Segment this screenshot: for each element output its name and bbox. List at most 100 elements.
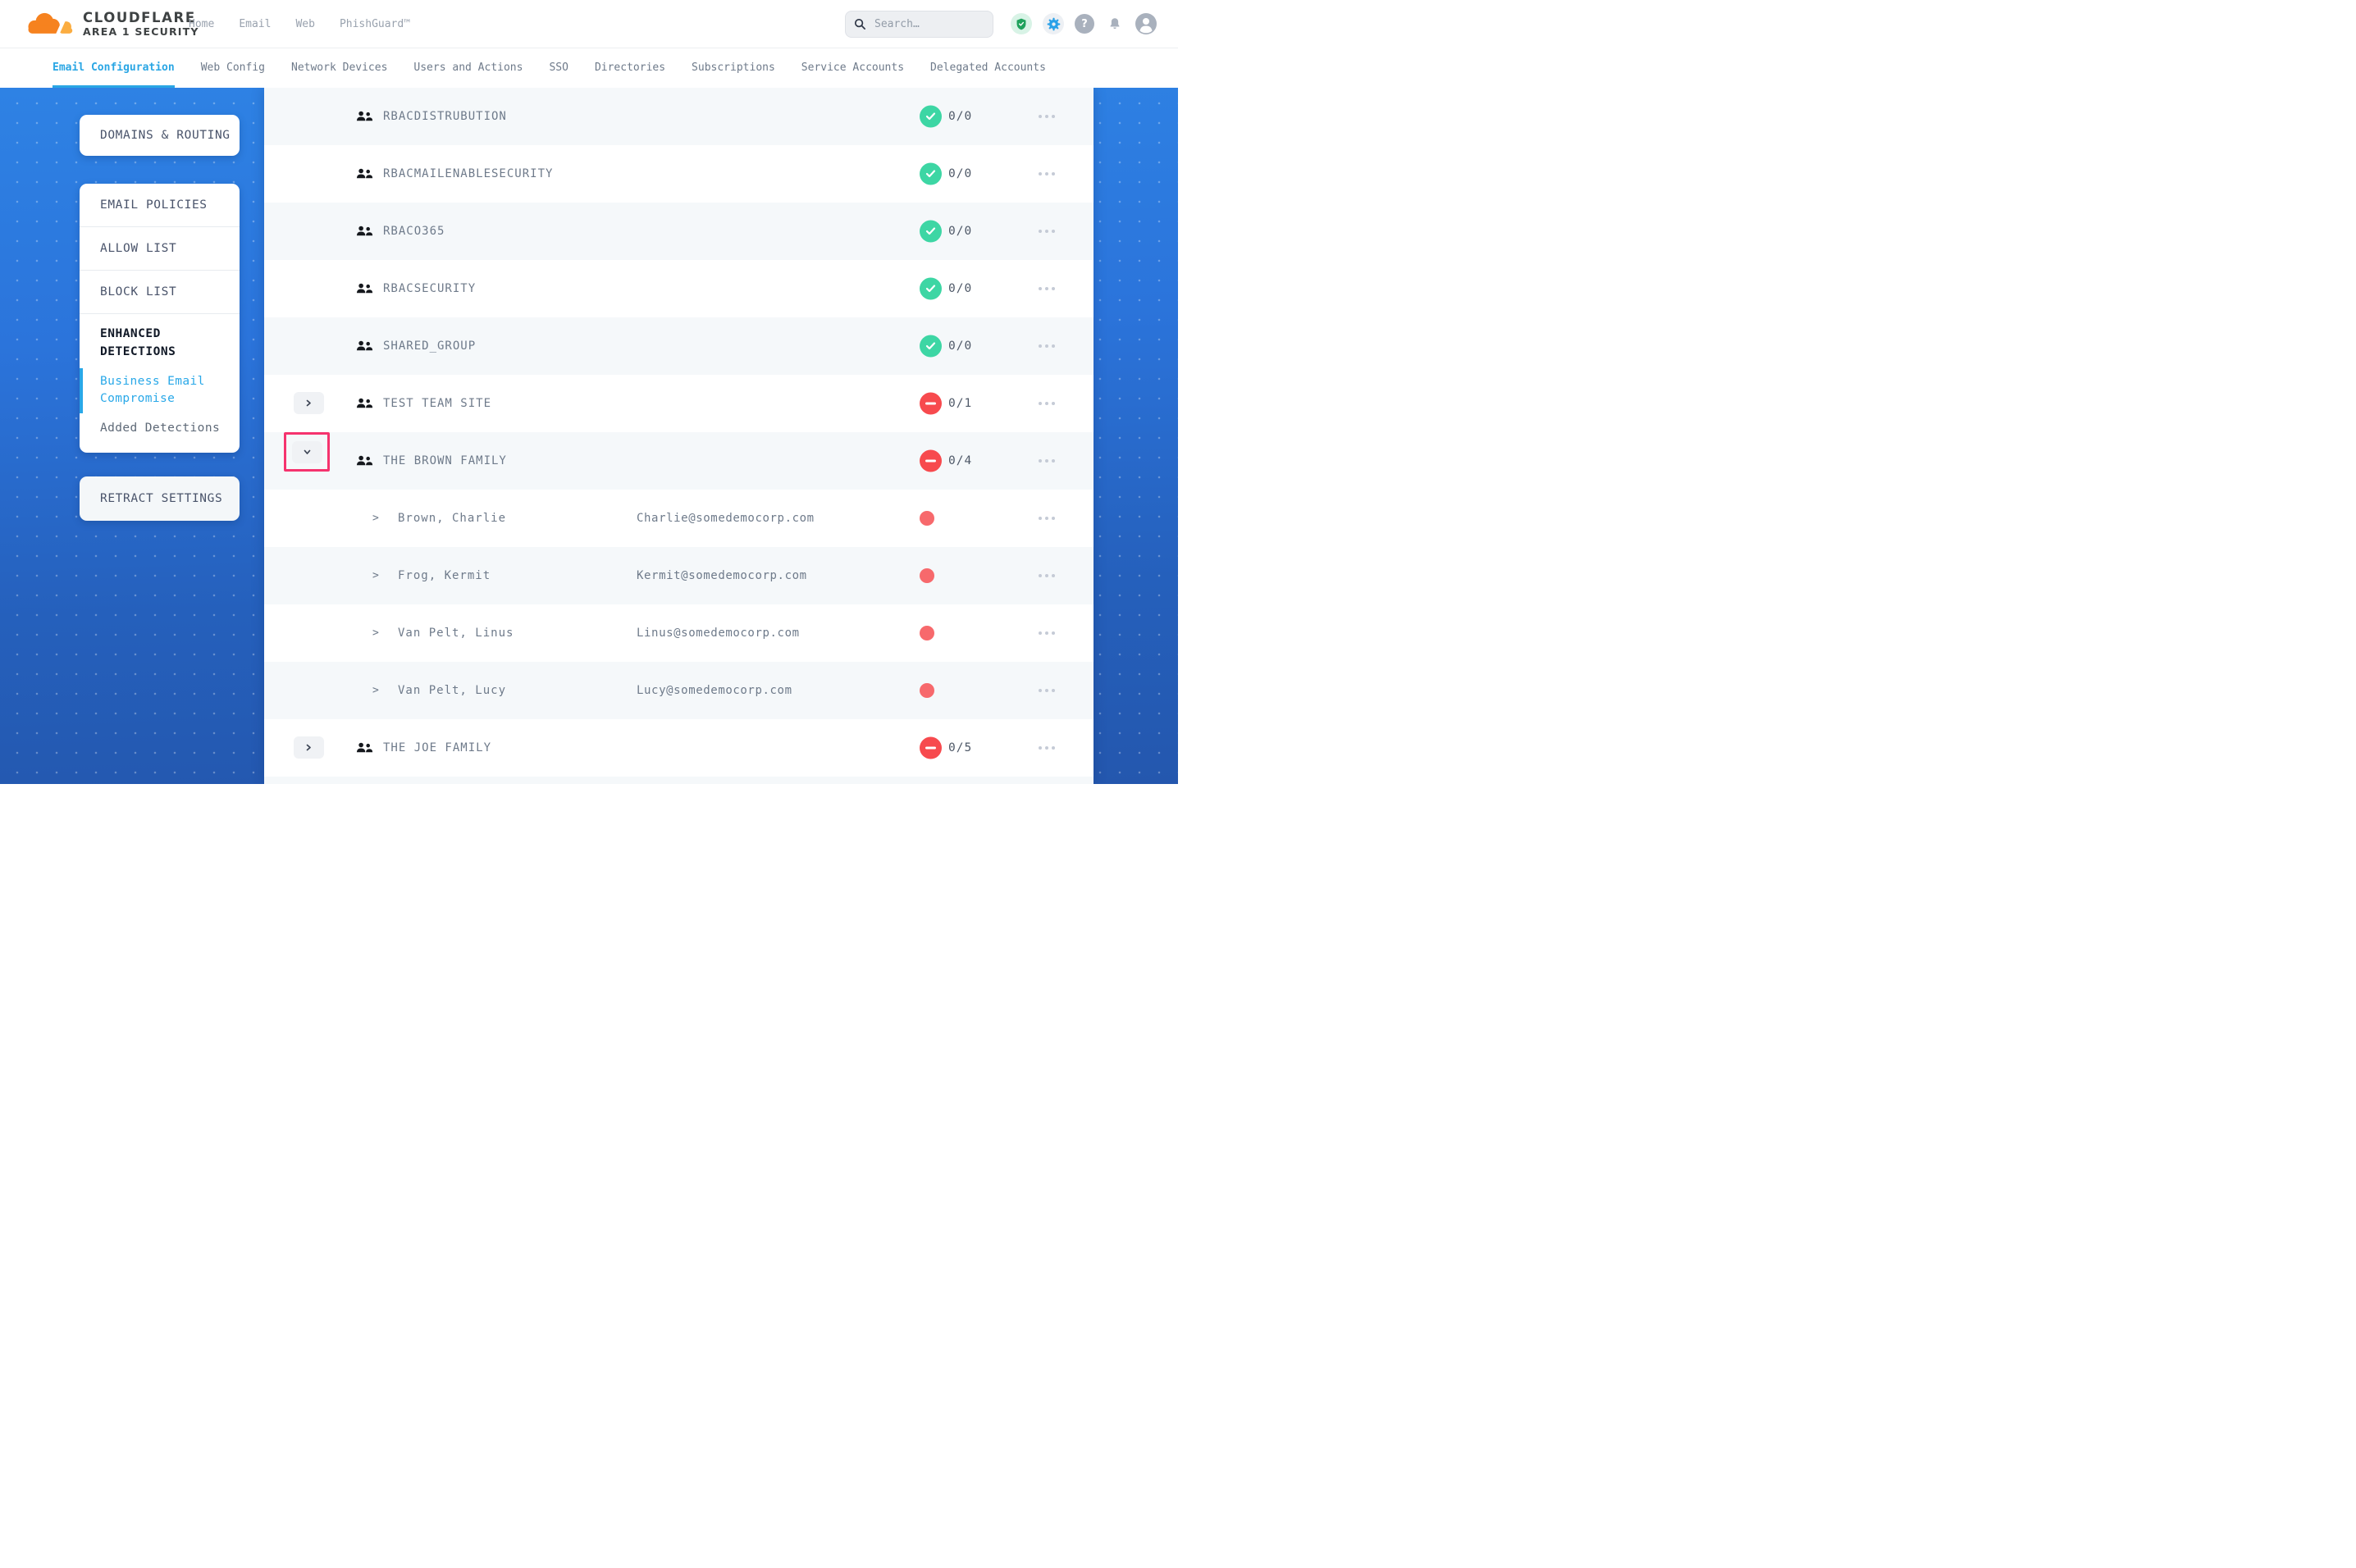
sidebar-item-label: EMAIL POLICIES xyxy=(100,198,208,212)
member-count: 0/1 xyxy=(948,397,972,410)
nav-item-phishguard[interactable]: PhishGuard™ xyxy=(340,18,410,30)
collapse-group-button[interactable] xyxy=(292,441,322,463)
status-dot xyxy=(920,511,934,526)
sidebar-item-label: DOMAINS & ROUTING xyxy=(100,129,231,142)
table-row[interactable]: SHARED_GROUP 0/0 xyxy=(264,317,1094,375)
table-row-partial xyxy=(264,777,1094,784)
status-dot xyxy=(920,683,934,698)
status-check-badge xyxy=(920,278,942,300)
nav-item-home[interactable]: Home xyxy=(189,18,214,30)
status-dot xyxy=(920,626,934,640)
expand-group-button[interactable] xyxy=(294,736,324,759)
sidebar-item-business-email-compromise[interactable]: Business Email Compromise xyxy=(80,370,240,413)
member-count: 0/4 xyxy=(948,454,972,467)
sidebar-item-allow-list[interactable]: ALLOW LIST xyxy=(80,227,240,271)
nav-item-web[interactable]: Web xyxy=(295,18,314,30)
tab-sso[interactable]: SSO xyxy=(549,48,568,88)
member-count: 0/0 xyxy=(948,225,972,238)
expand-group-button[interactable] xyxy=(294,392,324,414)
sidebar-item-block-list[interactable]: BLOCK LIST xyxy=(80,271,240,314)
tab-service-accounts[interactable]: Service Accounts xyxy=(801,48,904,88)
sidebar-section-enhanced-detections: ENHANCED DETECTIONS xyxy=(80,314,240,362)
config-tabbar: Email Configuration Web Config Network D… xyxy=(0,48,1178,88)
help-icon[interactable]: ? xyxy=(1075,14,1094,34)
group-icon xyxy=(356,340,373,352)
cloudflare-logo: CLOUDFLARE AREA 1 SECURITY xyxy=(25,9,199,39)
group-icon xyxy=(356,398,373,409)
sidebar-item-retract-settings[interactable]: RETRACT SETTINGS xyxy=(80,476,240,521)
brand-subtitle: AREA 1 SECURITY xyxy=(83,25,199,38)
status-dot xyxy=(920,568,934,583)
table-row[interactable]: RBACSECURITY0/0 xyxy=(264,260,1094,317)
content-area: DOMAINS & ROUTING EMAIL POLICIES ALLOW L… xyxy=(0,88,1178,784)
group-name: RBACMAILENABLESECURITY xyxy=(383,167,553,180)
tab-web-config[interactable]: Web Config xyxy=(201,48,265,88)
group-name: THE BROWN FAMILY xyxy=(383,454,507,467)
chevron-right-icon[interactable]: > xyxy=(372,685,379,697)
row-menu-button[interactable] xyxy=(1029,338,1065,354)
member-count: 0/0 xyxy=(948,167,972,180)
member-count: 0/0 xyxy=(948,282,972,295)
sidebar-item-label: ALLOW LIST xyxy=(100,242,176,255)
row-menu-button[interactable] xyxy=(1029,453,1065,469)
member-name: Van Pelt, Lucy xyxy=(398,684,506,697)
table-row[interactable]: TEST TEAM SITE 0/1 xyxy=(264,375,1094,432)
member-name: Van Pelt, Linus xyxy=(398,627,514,640)
member-email: Lucy@somedemocorp.com xyxy=(637,684,792,697)
table-row[interactable]: > Brown, Charlie Charlie@somedemocorp.com xyxy=(264,490,1094,547)
table-row[interactable]: >Van Pelt, LinusLinus@somedemocorp.com xyxy=(264,604,1094,662)
status-minus-badge xyxy=(920,450,942,472)
member-count: 0/5 xyxy=(948,741,972,754)
group-icon xyxy=(356,455,373,467)
table-row[interactable]: THE BROWN FAMILY 0/4 xyxy=(264,432,1094,490)
group-icon xyxy=(356,226,373,237)
member-count: 0/0 xyxy=(948,340,972,353)
table-body: RBACDISTRUBUTION0/0RBACMAILENABLESECURIT… xyxy=(264,88,1094,777)
row-menu-button[interactable] xyxy=(1029,682,1065,699)
chevron-right-icon[interactable]: > xyxy=(372,513,379,525)
table-row[interactable]: > Van Pelt, Lucy Lucy@somedemocorp.com xyxy=(264,662,1094,719)
group-name: RBACO365 xyxy=(383,225,445,238)
row-menu-button[interactable] xyxy=(1029,280,1065,297)
table-row[interactable]: >Frog, KermitKermit@somedemocorp.com xyxy=(264,547,1094,604)
shield-check-icon[interactable] xyxy=(1011,13,1032,34)
table-row[interactable]: RBACDISTRUBUTION0/0 xyxy=(264,88,1094,145)
member-name: Frog, Kermit xyxy=(398,569,491,582)
table-row[interactable]: RBACMAILENABLESECURITY 0/0 xyxy=(264,145,1094,203)
member-name: Brown, Charlie xyxy=(398,512,506,525)
tab-delegated-accounts[interactable]: Delegated Accounts xyxy=(930,48,1046,88)
group-name: TEST TEAM SITE xyxy=(383,397,491,410)
sidebar-item-label: RETRACT SETTINGS xyxy=(100,492,222,505)
row-menu-button[interactable] xyxy=(1029,740,1065,756)
sidebar-item-email-policies[interactable]: EMAIL POLICIES xyxy=(80,184,240,227)
table-row[interactable]: THE JOE FAMILY 0/5 xyxy=(264,719,1094,777)
tab-subscriptions[interactable]: Subscriptions xyxy=(692,48,775,88)
row-menu-button[interactable] xyxy=(1029,395,1065,412)
group-name: RBACDISTRUBUTION xyxy=(383,110,507,123)
row-menu-button[interactable] xyxy=(1029,510,1065,526)
group-name: SHARED_GROUP xyxy=(383,340,476,353)
tab-network-devices[interactable]: Network Devices xyxy=(291,48,387,88)
row-menu-button[interactable] xyxy=(1029,625,1065,641)
row-menu-button[interactable] xyxy=(1029,567,1065,584)
user-icon[interactable] xyxy=(1135,13,1157,34)
nav-item-email[interactable]: Email xyxy=(239,18,271,30)
member-email: Charlie@somedemocorp.com xyxy=(637,512,815,525)
sidebar-item-domains-routing[interactable]: DOMAINS & ROUTING xyxy=(80,115,240,156)
row-menu-button[interactable] xyxy=(1029,108,1065,125)
chevron-right-icon[interactable]: > xyxy=(372,627,379,640)
tab-users-and-actions[interactable]: Users and Actions xyxy=(413,48,523,88)
gear-icon[interactable] xyxy=(1043,13,1064,34)
tab-email-configuration[interactable]: Email Configuration xyxy=(53,48,175,88)
tab-directories[interactable]: Directories xyxy=(595,48,665,88)
search-input[interactable] xyxy=(873,17,1015,31)
search-box[interactable] xyxy=(845,11,993,38)
chevron-right-icon[interactable]: > xyxy=(372,570,379,582)
group-name: THE JOE FAMILY xyxy=(383,741,491,754)
row-menu-button[interactable] xyxy=(1029,166,1065,182)
bell-icon[interactable] xyxy=(1105,14,1125,34)
status-check-badge xyxy=(920,221,942,243)
table-row[interactable]: RBACO365 0/0 xyxy=(264,203,1094,260)
row-menu-button[interactable] xyxy=(1029,223,1065,239)
sidebar-item-added-detections[interactable]: Added Detections xyxy=(80,412,240,440)
